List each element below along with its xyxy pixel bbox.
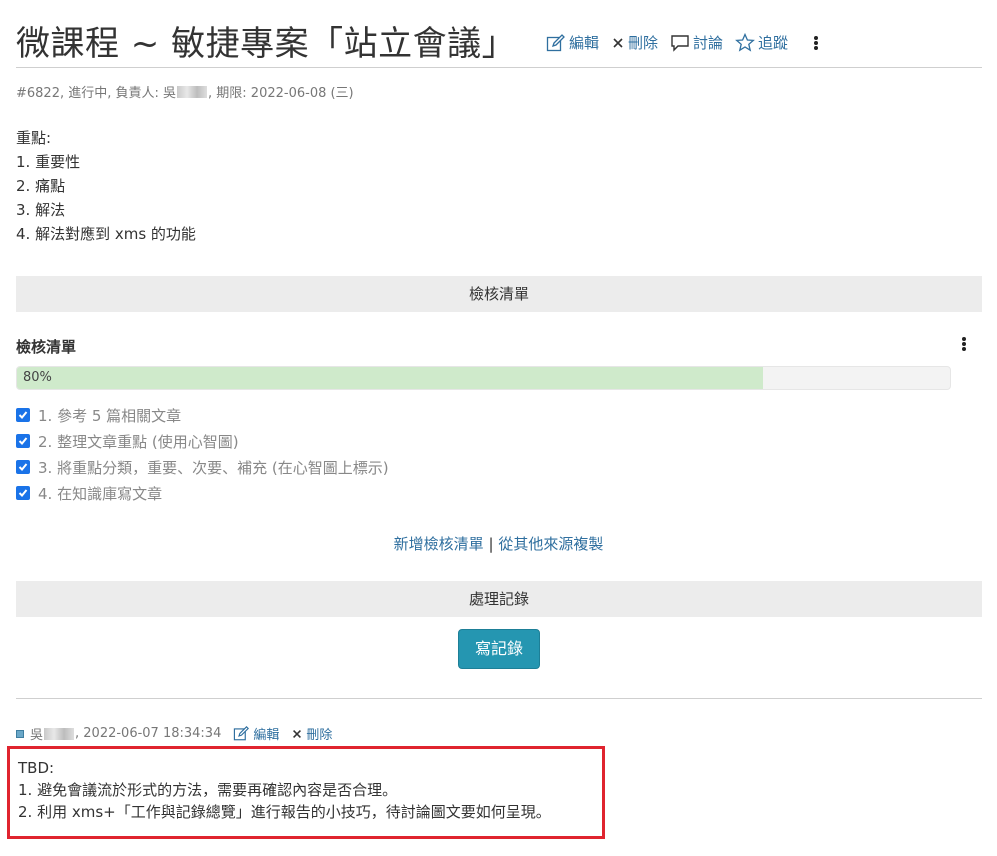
description-item: 4. 解法對應到 xms 的功能 [16,225,196,243]
task-description: 重點: 1. 重要性 2. 痛點 3. 解法 4. 解法對應到 xms 的功能 [16,126,196,246]
checklist-items: 1. 參考 5 篇相關文章 2. 整理文章重點 (使用心智圖) 3. 將重點分類… [16,402,389,506]
comment-edit-label: 編輯 [253,728,280,743]
follow-label: 追蹤 [758,34,789,52]
redacted-name [44,727,75,740]
checklist-item: 4. 在知識庫寫文章 [16,480,389,506]
description-item: 3. 解法 [16,201,66,219]
edit-icon [546,33,565,51]
checklist-progress-bar: 80% [16,366,951,390]
checklist-item-label: 3. 將重點分類，重要、次要、補充 (在心智圖上標示) [38,458,389,477]
checkbox-checked[interactable] [16,408,30,422]
checkbox-checked[interactable] [16,460,30,474]
comment-delete-button[interactable]: 刪除 [291,724,332,743]
comment-delete-label: 刪除 [306,728,333,743]
add-checklist-link[interactable]: 新增檢核清單 [394,535,484,553]
comment-line: 2. 利用 xms+「工作與記錄總覽」進行報告的小技巧，待討論圖文要如何呈現。 [18,803,551,821]
divider [16,698,982,699]
checklist-section-header: 檢核清單 [16,276,982,312]
checkbox-checked[interactable] [16,486,30,500]
description-heading: 重點: [16,129,52,147]
comment-line: TBD: [18,759,55,777]
close-icon [613,37,623,48]
user-icon [16,729,24,738]
checklist-item: 3. 將重點分類，重要、次要、補充 (在心智圖上標示) [16,454,389,480]
discuss-label: 討論 [693,34,724,52]
delete-button[interactable]: 刪除 [611,32,658,53]
edit-icon [234,726,250,741]
checklist-more-icon[interactable] [962,337,966,351]
comment-line: 1. 避免會議流於形式的方法，需要再確認內容是否合理。 [18,781,398,799]
checklist-item: 1. 參考 5 篇相關文章 [16,402,389,428]
checklist-title: 檢核清單 [16,338,77,356]
checklist-item-label: 4. 在知識庫寫文章 [38,484,163,503]
header-actions: 編輯 刪除 討論 追蹤 [546,32,819,53]
progress-label: 80% [23,370,52,385]
more-options-icon[interactable] [814,35,819,50]
checklist-add-links: 新增檢核清單 | 從其他來源複製 [0,533,997,554]
page-title: 微課程 ~ 敏捷專案「站立會議」 [16,24,517,64]
delete-label: 刪除 [628,34,659,52]
meta-prefix: #6822, 進行中, 負責人: 吳 [16,86,177,101]
follow-button[interactable]: 追蹤 [735,32,788,53]
description-item: 2. 痛點 [16,177,66,195]
link-separator: | [488,535,494,553]
comment-timestamp: , 2022-06-07 18:34:34 [75,726,222,741]
page-header: 微課程 ~ 敏捷專案「站立會議」 編輯 刪除 討論 追蹤 [16,14,982,68]
checklist-item-label: 2. 整理文章重點 (使用心智圖) [38,432,239,451]
write-record-button[interactable]: 寫記錄 [458,629,540,669]
meta-suffix: , 期限: 2022-06-08 (三) [208,86,354,101]
comment-body: TBD: 1. 避免會議流於形式的方法，需要再確認內容是否合理。 2. 利用 x… [7,746,605,839]
edit-button[interactable]: 編輯 [546,32,599,53]
copy-from-source-link[interactable]: 從其他來源複製 [498,535,603,553]
comment-author: 吳 [30,728,44,743]
task-meta: #6822, 進行中, 負責人: 吳 , 期限: 2022-06-08 (三) [16,82,354,101]
progress-fill [17,367,764,389]
star-icon [735,33,755,52]
comment-header: 吳 , 2022-06-07 18:34:34 編輯 刪除 [16,724,332,743]
comment-edit-button[interactable]: 編輯 [233,724,279,743]
comment-icon [671,34,689,52]
description-item: 1. 重要性 [16,153,81,171]
edit-label: 編輯 [569,34,600,52]
discuss-button[interactable]: 討論 [670,32,723,53]
close-icon [293,729,302,738]
records-section-header: 處理記錄 [16,581,982,617]
redacted-name [177,86,208,98]
checkbox-checked[interactable] [16,434,30,448]
checklist-item-label: 1. 參考 5 篇相關文章 [38,406,182,425]
checklist-item: 2. 整理文章重點 (使用心智圖) [16,428,389,454]
